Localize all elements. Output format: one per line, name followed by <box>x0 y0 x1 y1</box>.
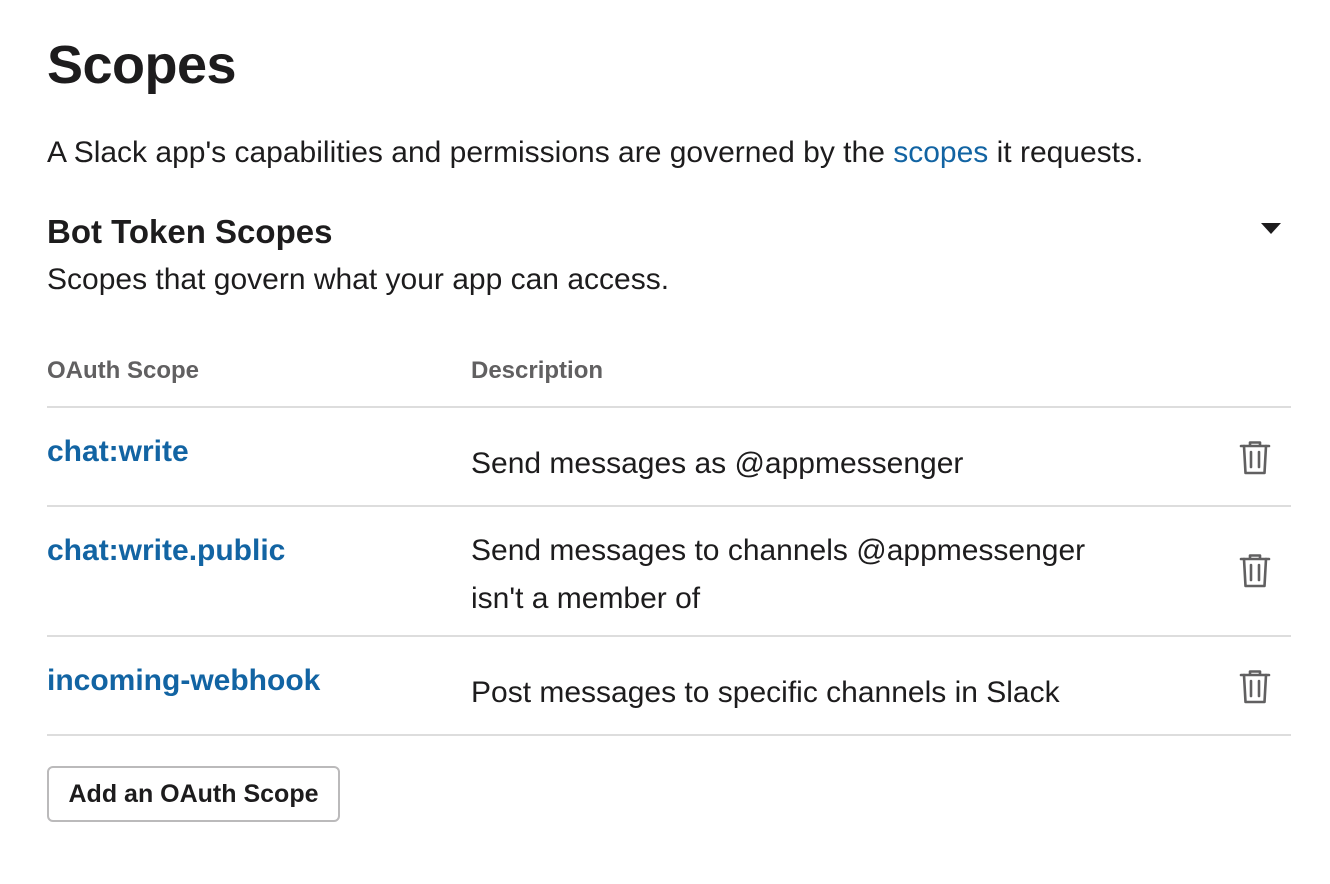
scope-description: Post messages to specific channels in Sl… <box>471 676 1060 709</box>
bot-token-scopes-subtitle: Scopes that govern what your app can acc… <box>47 263 670 296</box>
table-row: chat:write.public Send messages to chann… <box>47 507 1291 637</box>
scope-description: Send messages as @appmessenger <box>471 447 964 480</box>
scope-description: Send messages to channels @appmessenger … <box>471 534 1086 615</box>
caret-down-icon[interactable] <box>1261 223 1281 234</box>
trash-icon[interactable] <box>1239 669 1271 705</box>
bot-token-scopes-title: Bot Token Scopes <box>47 213 333 250</box>
column-header-oauth-scope: OAuth Scope <box>47 357 200 384</box>
scopes-link[interactable]: scopes <box>893 136 988 169</box>
scope-name-link[interactable]: chat:write.public <box>47 531 285 571</box>
table-row: incoming-webhook Post messages to specif… <box>47 637 1291 736</box>
intro-text-before: A Slack app's capabilities and permissio… <box>47 136 894 169</box>
scope-name-link[interactable]: incoming-webhook <box>47 661 320 701</box>
column-header-description: Description <box>471 357 604 384</box>
intro-text: A Slack app's capabilities and permissio… <box>47 133 1143 173</box>
scope-name-link[interactable]: chat:write <box>47 432 189 472</box>
intro-text-after: it requests. <box>988 136 1144 169</box>
add-oauth-scope-button[interactable]: Add an OAuth Scope <box>47 766 340 822</box>
scopes-table: OAuth Scope Description chat:write Send … <box>47 345 1291 736</box>
table-header: OAuth Scope Description <box>47 345 1291 408</box>
trash-icon[interactable] <box>1239 553 1271 589</box>
table-row: chat:write Send messages as @appmessenge… <box>47 408 1291 507</box>
page-title: Scopes <box>47 35 237 95</box>
trash-icon[interactable] <box>1239 440 1271 476</box>
